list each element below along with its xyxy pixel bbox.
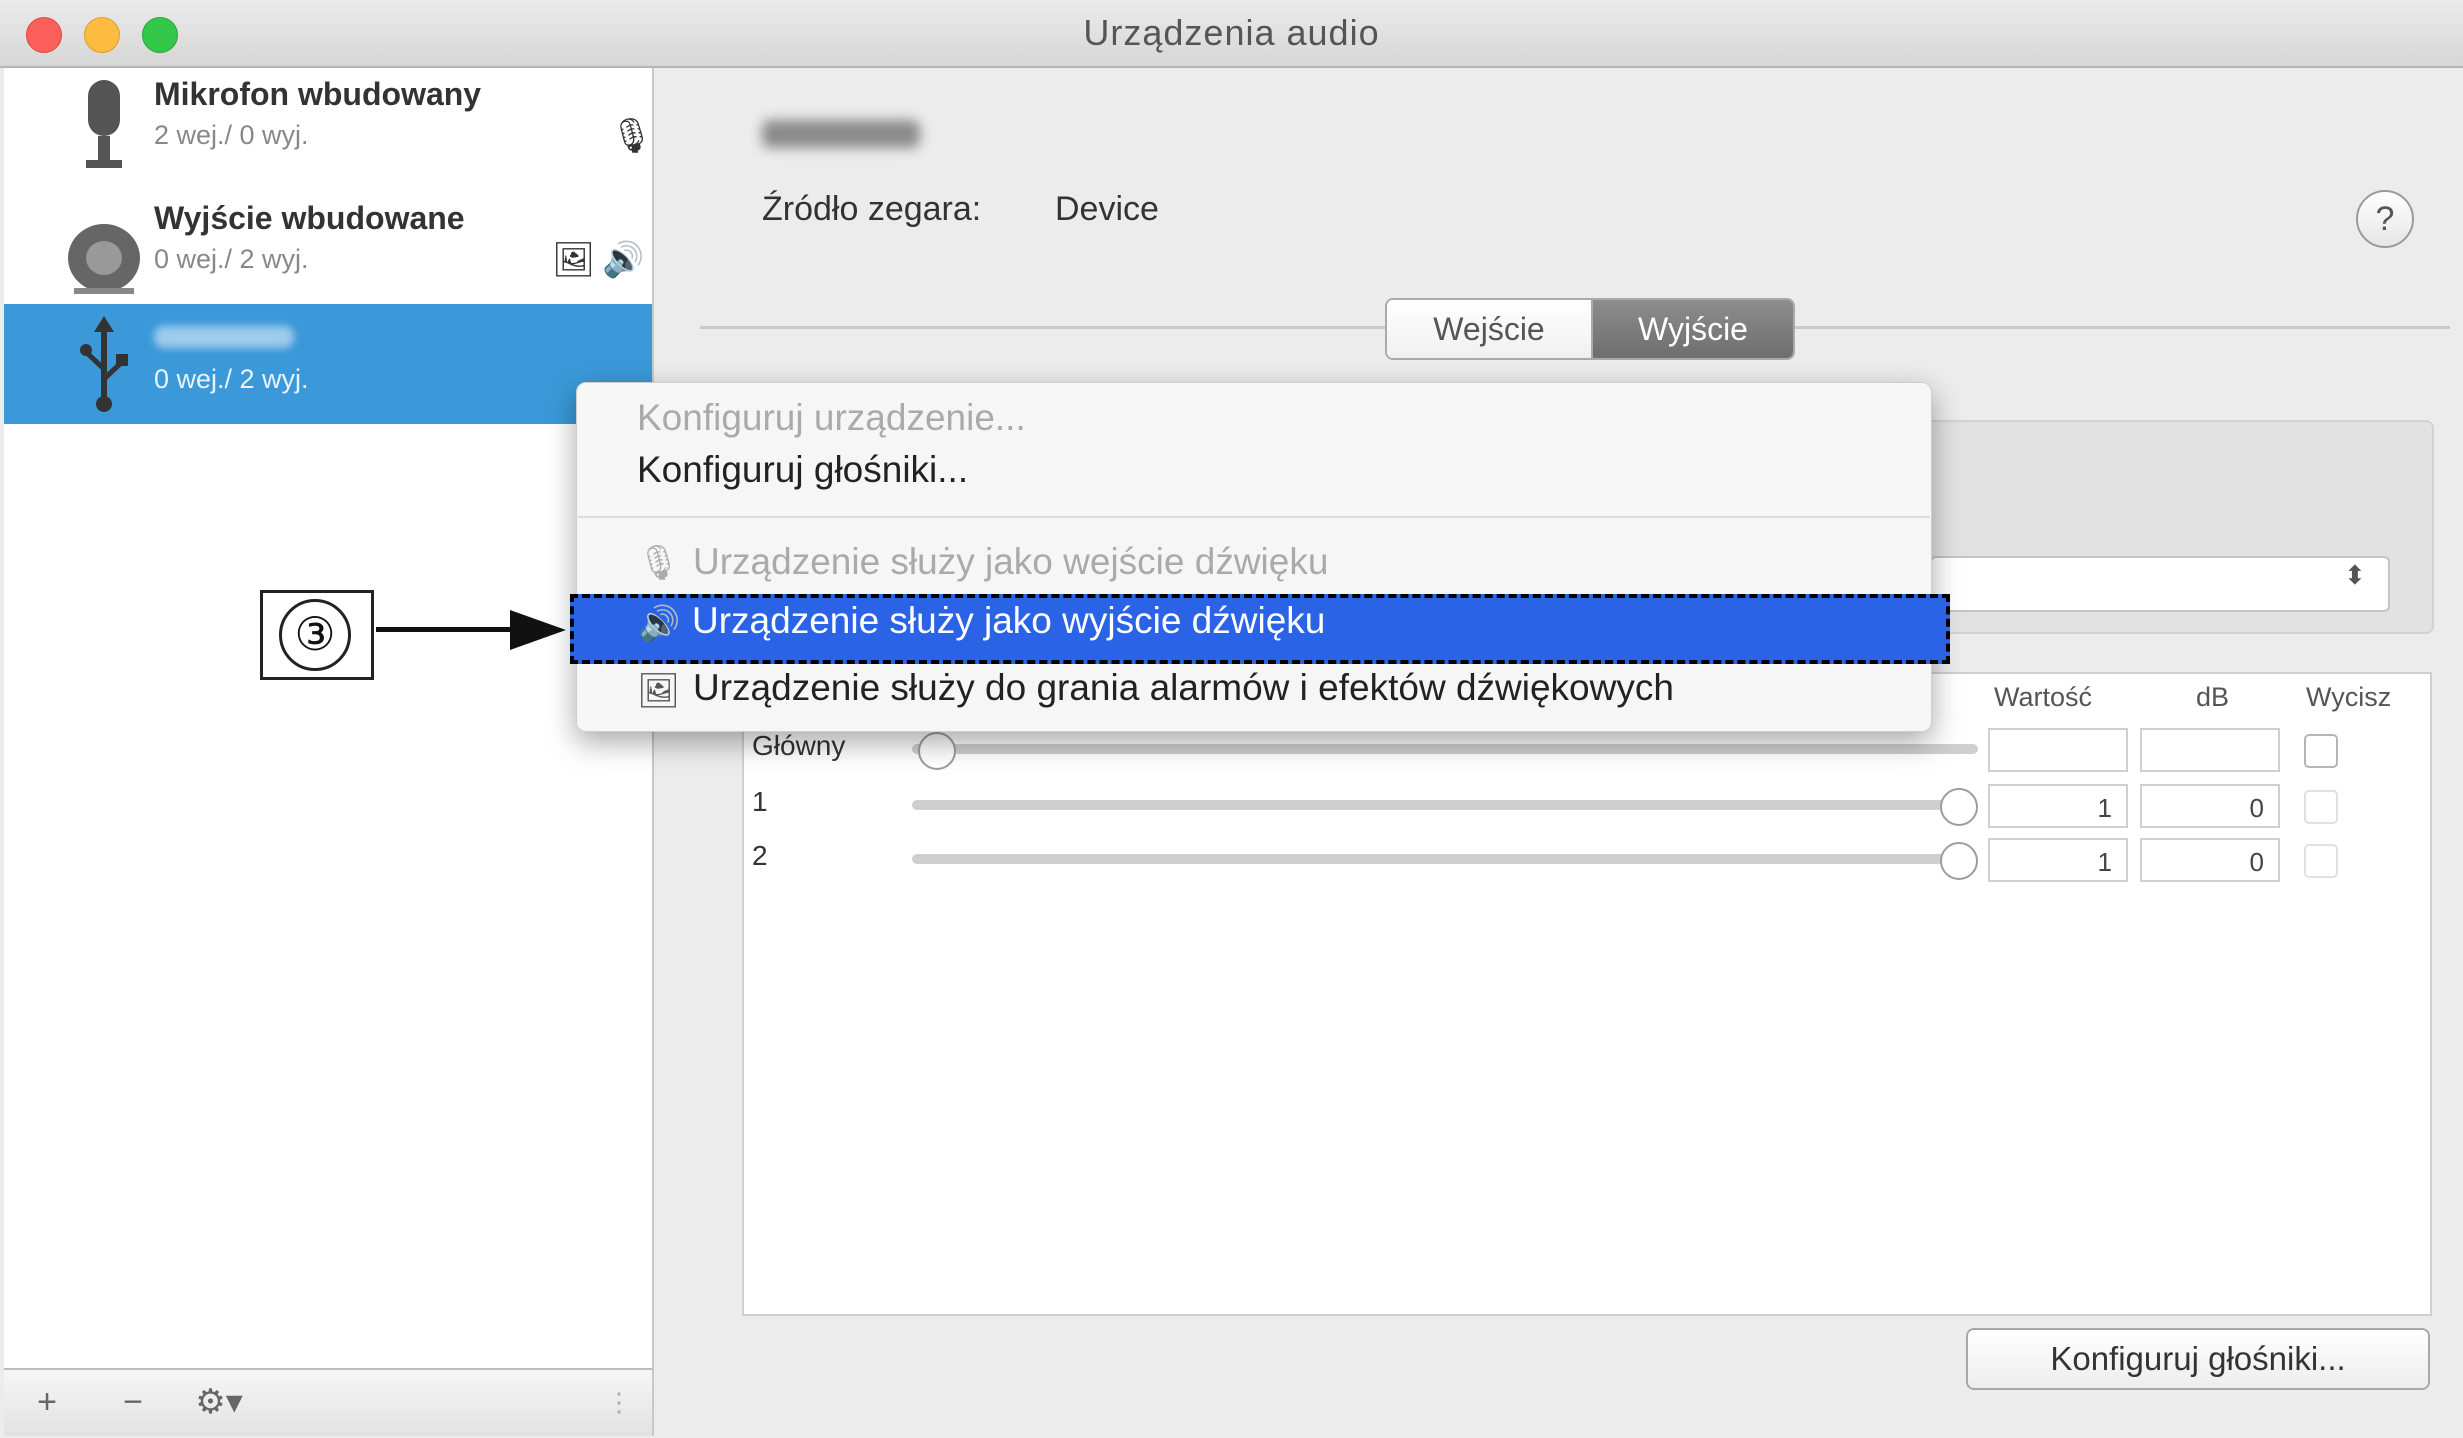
resize-handle-icon[interactable]: ⋮	[604, 1380, 634, 1424]
device-name-redacted	[154, 326, 294, 348]
device-row-builtin-output[interactable]: Wyjście wbudowane 0 wej./ 2 wyj. 🖼 🔊	[4, 186, 652, 306]
popup-arrows-icon: ⬍	[2344, 560, 2366, 590]
window-title: Urządzenia audio	[1083, 12, 1380, 53]
device-io-count: 2 wej./ 0 wyj.	[154, 120, 309, 150]
master-db-field[interactable]	[2140, 728, 2280, 772]
device-io-count: 0 wej./ 2 wyj.	[154, 364, 309, 394]
remove-device-button[interactable]: −	[98, 1380, 168, 1424]
row-label-channel-1: 1	[752, 786, 768, 817]
channel-1-mute-checkbox[interactable]	[2304, 790, 2338, 824]
clock-source-value: Device	[1055, 190, 1159, 228]
add-device-button[interactable]: +	[12, 1380, 82, 1424]
channel-1-slider-knob[interactable]	[1940, 788, 1978, 826]
master-mute-checkbox[interactable]	[2304, 734, 2338, 768]
output-flag-icon: 🔊	[602, 241, 645, 279]
format-popup[interactable]	[1930, 556, 2390, 612]
column-header-db: dB	[2196, 682, 2230, 712]
menu-item-use-for-alerts[interactable]: Urządzenie służy do grania alarmów i efe…	[693, 667, 1674, 709]
alert-sound-flag-icon: 🖼	[552, 241, 596, 279]
configure-speakers-button[interactable]: Konfiguruj głośniki...	[1966, 1328, 2430, 1390]
channel-1-db-field[interactable]: 0	[2140, 784, 2280, 828]
channel-1-volume-slider[interactable]	[912, 800, 1962, 810]
device-title-redacted	[762, 120, 920, 148]
device-io-count: 0 wej./ 2 wyj.	[154, 244, 309, 274]
usb-icon	[80, 316, 128, 412]
column-header-mute: Wycisz	[2306, 682, 2392, 712]
menu-item-use-for-input[interactable]: Urządzenie służy jako wejście dźwięku	[693, 541, 1328, 583]
callout-arrow-line	[376, 627, 516, 632]
clock-source-label: Źródło zegara:	[762, 190, 982, 228]
gear-menu-button[interactable]: ⚙▾	[174, 1380, 264, 1424]
channel-2-value-field[interactable]: 1	[1988, 838, 2128, 882]
row-label-master: Główny	[752, 730, 846, 761]
device-list: Mikrofon wbudowany 2 wej./ 0 wyj. 🎙 Wyjś…	[4, 68, 654, 1368]
tab-input[interactable]: Wejście	[1387, 300, 1593, 358]
device-name: Wyjście wbudowane	[154, 200, 465, 236]
master-volume-slider[interactable]	[912, 744, 1978, 754]
channel-2-volume-slider[interactable]	[912, 854, 1962, 864]
tab-output[interactable]: Wyjście	[1593, 300, 1793, 358]
channel-2-db-field[interactable]: 0	[2140, 838, 2280, 882]
menu-item-configure-speakers[interactable]: Konfiguruj głośniki...	[637, 449, 968, 491]
channel-1-value-field[interactable]: 1	[1988, 784, 2128, 828]
master-value-field[interactable]	[1988, 728, 2128, 772]
help-button[interactable]: ?	[2356, 190, 2414, 248]
speaker-icon	[68, 224, 140, 294]
sidebar-toolbar: + − ⚙▾ ⋮	[4, 1368, 654, 1436]
microphone-icon	[86, 80, 122, 168]
device-row-microphone[interactable]: Mikrofon wbudowany 2 wej./ 0 wyj. 🎙	[4, 68, 654, 188]
callout-arrow-head-icon	[510, 610, 566, 650]
menu-item-use-for-output[interactable]: Urządzenie służy jako wyjście dźwięku	[692, 600, 1325, 642]
channel-2-mute-checkbox[interactable]	[2304, 844, 2338, 878]
device-row-usb-selected[interactable]: 0 wej./ 2 wyj.	[4, 304, 652, 424]
row-label-channel-2: 2	[752, 840, 768, 871]
alert-sound-icon: 🖼	[637, 672, 681, 710]
step-callout: ③	[260, 590, 374, 680]
menu-item-configure-device[interactable]: Konfiguruj urządzenie...	[637, 397, 1026, 439]
input-flag-icon: 🎙	[610, 117, 654, 155]
step-number: ③	[279, 599, 351, 671]
menu-separator	[576, 516, 1930, 518]
speaker-icon: 🔊	[638, 605, 681, 643]
master-slider-knob[interactable]	[918, 732, 956, 770]
device-context-menu: Konfiguruj urządzenie... Konfiguruj głoś…	[576, 382, 1932, 732]
channel-2-slider-knob[interactable]	[1940, 842, 1978, 880]
io-tab-control: Wejście Wyjście	[1385, 298, 1795, 360]
microphone-icon: 🎙	[637, 544, 681, 582]
device-name: Mikrofon wbudowany	[154, 76, 482, 112]
column-header-value: Wartość	[1994, 682, 2093, 712]
